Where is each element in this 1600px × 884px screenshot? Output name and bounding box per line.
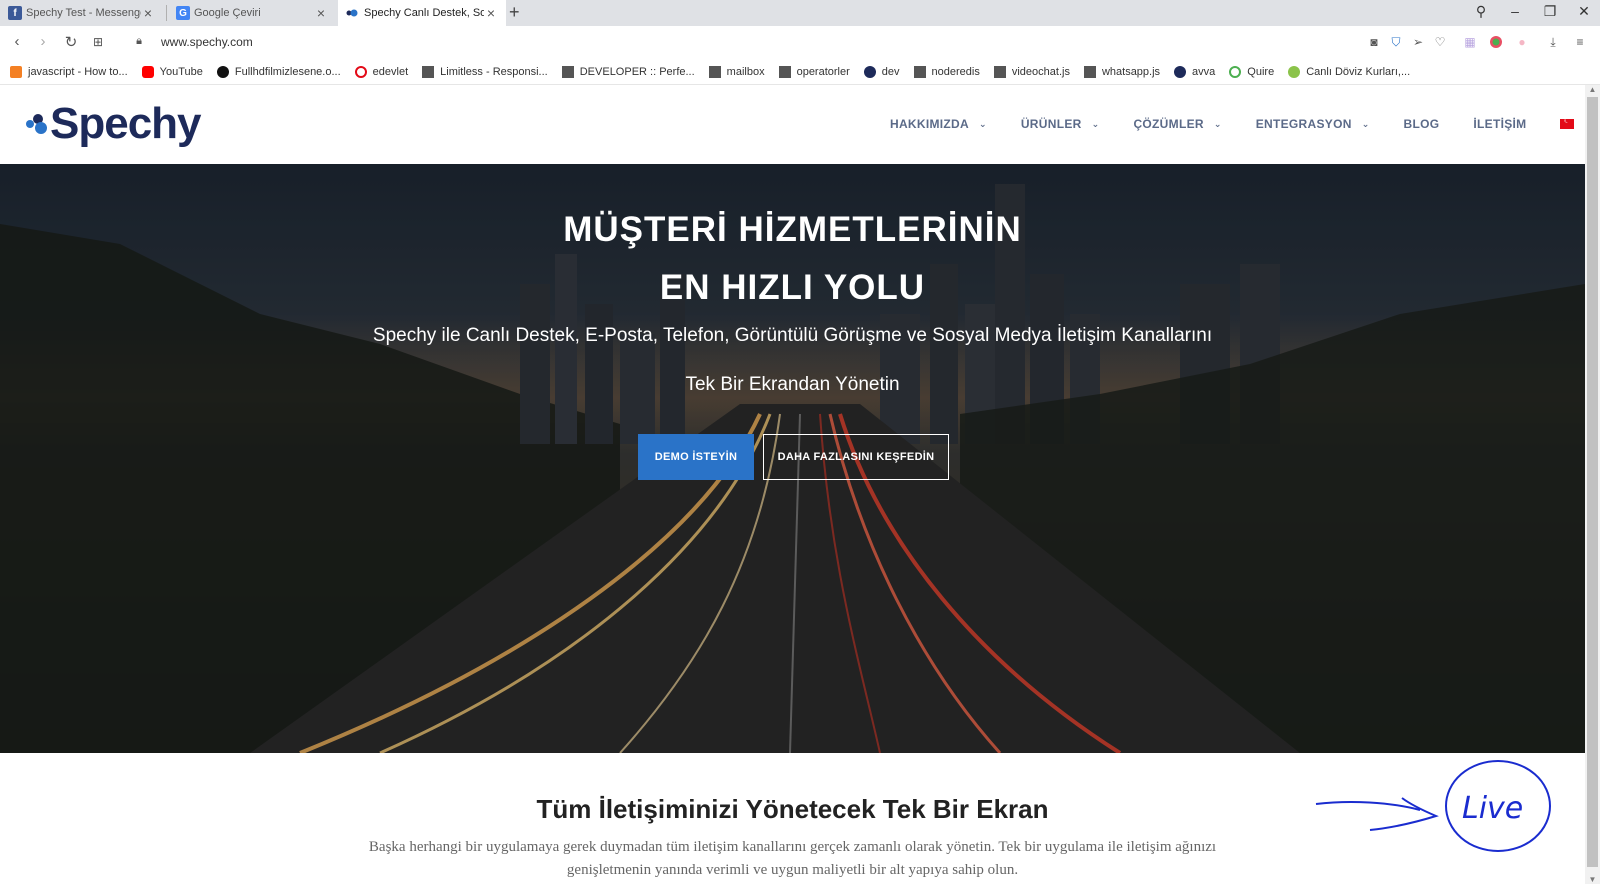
currency-icon <box>1288 65 1301 78</box>
tab-title: Google Çeviri <box>194 7 261 19</box>
chevron-down-icon: ⌄ <box>1091 118 1100 129</box>
bookmark-item[interactable]: mailbox <box>708 65 765 78</box>
menu-item-cozumler[interactable]: ÇÖZÜMLER ⌄ <box>1133 117 1221 131</box>
close-window-icon[interactable]: ✕ <box>1574 3 1594 20</box>
menu-item-iletisim[interactable]: İLETİŞİM <box>1473 117 1526 131</box>
bookmark-item[interactable]: javascript - How to... <box>10 65 128 78</box>
hero-subtitle-line-2: Tek Bir Ekrandan Yönetin <box>685 374 900 395</box>
bookmark-item[interactable]: DEVELOPER :: Perfe... <box>561 65 695 78</box>
turkey-flag-icon <box>1560 116 1575 129</box>
spechy-icon <box>1174 65 1187 78</box>
speed-dial-icon[interactable]: ⊞ <box>89 35 107 49</box>
site-logo[interactable]: Spechy <box>24 99 202 149</box>
chevron-down-icon: ⌄ <box>1361 118 1370 129</box>
menu-item-blog[interactable]: BLOG <box>1404 117 1440 131</box>
spechy-icon <box>346 6 360 20</box>
tab-google-translate[interactable]: G Google Çeviri × <box>168 0 336 26</box>
page-icon <box>1083 65 1096 78</box>
google-translate-icon: G <box>176 6 190 20</box>
quire-icon <box>1229 65 1242 78</box>
tab-messenger[interactable]: f Spechy Test - Messenger - × <box>0 0 163 26</box>
bookmark-item[interactable]: whatsapp.js <box>1083 65 1160 78</box>
scroll-down-icon[interactable]: ▼ <box>1585 875 1600 884</box>
site-header: Spechy HAKKIMIZDA ⌄ ÜRÜNLER ⌄ ÇÖZÜMLER ⌄ EN… <box>0 85 1594 164</box>
annotation-arrow-line <box>1315 801 1421 811</box>
logo-text: Spechy <box>50 99 202 148</box>
demo-request-button[interactable]: DEMO İSTEYİN <box>638 434 754 480</box>
annotation-text: Live <box>1462 791 1523 826</box>
page-icon <box>913 65 926 78</box>
restore-icon[interactable]: ❐ <box>1540 3 1560 20</box>
extension-icon[interactable]: ▦ <box>1462 34 1478 50</box>
youtube-icon <box>141 65 154 78</box>
bookmark-item[interactable]: Limitless - Responsi... <box>422 65 548 78</box>
bookmark-item[interactable]: edevlet <box>354 65 408 78</box>
camera-icon[interactable]: ◙ <box>1366 34 1382 50</box>
film-reel-icon <box>216 65 229 78</box>
close-icon[interactable]: × <box>141 5 155 21</box>
bookmark-item[interactable]: Fullhdfilmizlesene.o... <box>216 65 341 78</box>
lock-icon: 🔒︎ <box>136 35 142 47</box>
chevron-down-icon: ⌄ <box>979 118 987 129</box>
menu-icon[interactable]: ≡ <box>1572 34 1588 50</box>
facebook-icon: f <box>8 6 22 20</box>
page-icon <box>561 65 574 78</box>
bookmark-item[interactable]: noderedis <box>913 65 980 78</box>
menu-item-urunler[interactable]: ÜRÜNLER ⌄ <box>1021 117 1100 131</box>
tab-strip: f Spechy Test - Messenger - × G Google Ç… <box>0 0 1600 26</box>
bookmark-item[interactable]: videochat.js <box>993 65 1070 78</box>
hero-subtitle-line-1: Spechy ile Canlı Destek, E-Posta, Telefo… <box>372 325 1213 346</box>
heart-icon[interactable]: ♡ <box>1432 34 1448 50</box>
tab-title: Spechy Test - Messenger - <box>26 7 141 19</box>
hero-title-line-1: MÜŞTERİ HİZMETLERİNİN <box>563 210 1022 249</box>
scroll-up-icon[interactable]: ▲ <box>1585 85 1600 94</box>
tab-spechy[interactable]: Spechy Canlı Destek, Sosya × <box>338 0 506 26</box>
bookmark-item[interactable]: operatorler <box>778 65 850 78</box>
chevron-down-icon: ⌄ <box>1213 118 1222 129</box>
main-menu: HAKKIMIZDA ⌄ ÜRÜNLER ⌄ ÇÖZÜMLER ⌄ ENTEGRASY… <box>890 116 1594 131</box>
page-scrollbar[interactable]: ▲ ▼ <box>1585 85 1600 884</box>
bookmark-item[interactable]: Canlı Döviz Kurları,... <box>1288 65 1410 78</box>
hero-title-line-2: EN HIZLI YOLU <box>659 268 926 307</box>
reload-icon[interactable]: ↻ <box>62 33 80 51</box>
back-icon[interactable]: ‹ <box>8 33 26 50</box>
page-icon <box>778 65 791 78</box>
url-field[interactable]: www.spechy.com <box>161 35 253 49</box>
discover-more-button[interactable]: DAHA FAZLASINI KEŞFEDİN <box>763 434 949 480</box>
stackoverflow-icon <box>10 65 22 78</box>
page-icon <box>993 65 1006 78</box>
send-icon[interactable]: ➢ <box>1410 34 1426 50</box>
new-tab-button[interactable]: + <box>509 2 520 23</box>
logo-bubble-icon <box>26 114 47 134</box>
tab-title: Spechy Canlı Destek, Sosya <box>364 7 484 19</box>
bookmark-item[interactable]: Quire <box>1229 65 1274 78</box>
browser-window: f Spechy Test - Messenger - × G Google Ç… <box>0 0 1600 884</box>
page-icon <box>422 65 435 78</box>
extension-icon[interactable]: ● <box>1514 34 1530 50</box>
shield-icon[interactable]: ⛉ <box>1388 34 1404 50</box>
page-icon <box>708 65 721 78</box>
download-icon[interactable]: ⤓ <box>1545 34 1561 50</box>
spechy-icon <box>863 65 876 78</box>
bookmarks-bar: javascript - How to... YouTube Fullhdfil… <box>0 59 1600 85</box>
menu-item-entegrasyon[interactable]: ENTEGRASYON ⌄ <box>1256 117 1370 131</box>
close-icon[interactable]: × <box>484 5 498 21</box>
bookmark-item[interactable]: dev <box>863 65 900 78</box>
scroll-thumb[interactable] <box>1587 97 1598 867</box>
section-description: Başka herhangi bir uygulamaya gerek duym… <box>368 839 1217 878</box>
handwritten-live-annotation: Live <box>1315 760 1551 852</box>
bookmark-item[interactable]: YouTube <box>141 65 203 78</box>
address-bar: ‹ › ↻ ⊞ 🔒︎ www.spechy.com ◙ ⛉ ➢ ♡ ▦ ● ⤓ … <box>0 26 1600 59</box>
close-icon[interactable]: × <box>314 5 328 21</box>
tab-separator <box>166 5 167 21</box>
search-tabs-icon[interactable]: ⚲ <box>1471 3 1491 20</box>
color-picker-icon[interactable] <box>1488 34 1504 50</box>
forward-icon[interactable]: › <box>34 33 52 50</box>
menu-item-hakkimizda[interactable]: HAKKIMIZDA ⌄ <box>890 117 987 131</box>
edevlet-icon <box>354 65 367 78</box>
hero-section: MÜŞTERİ HİZMETLERİNİN EN HIZLI YOLU Spec… <box>0 164 1585 753</box>
bookmark-item[interactable]: avva <box>1174 65 1215 78</box>
minimize-icon[interactable]: – <box>1505 3 1525 19</box>
